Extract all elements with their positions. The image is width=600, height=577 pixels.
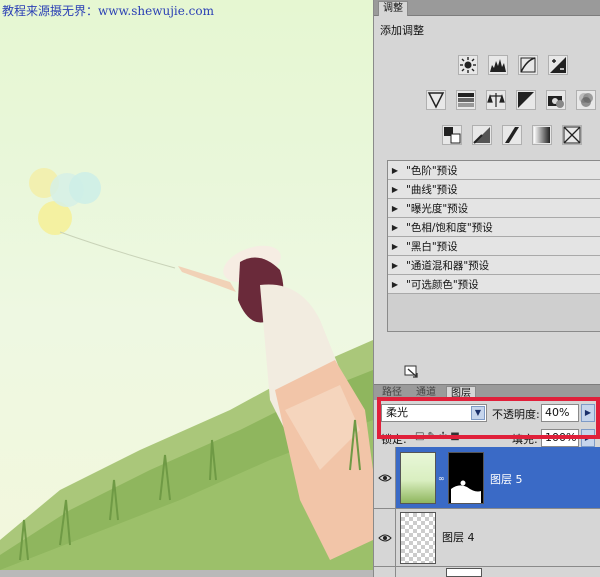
tab-adjustments[interactable]: 调整: [378, 1, 408, 16]
expand-triangle-icon[interactable]: ▶: [388, 166, 402, 175]
opacity-slider-toggle[interactable]: ▶: [581, 404, 595, 422]
layer-row[interactable]: [374, 567, 600, 577]
channel-mixer-icon[interactable]: [576, 90, 596, 110]
curves-icon[interactable]: [518, 55, 538, 75]
layer-name[interactable]: 图层 5: [490, 471, 523, 487]
exposure-icon[interactable]: [548, 55, 568, 75]
levels-icon[interactable]: [488, 55, 508, 75]
hue-saturation-icon[interactable]: [456, 90, 476, 110]
expand-triangle-icon[interactable]: ▶: [388, 261, 402, 270]
eye-icon[interactable]: [374, 509, 396, 566]
lock-icons[interactable]: □✎✢■: [415, 431, 463, 442]
gradient-map-icon[interactable]: [532, 125, 552, 145]
right-panel: 调整 添加调整 ▶ "色阶"预设 ▶ "曲线"预设 ▶ "曝光度"预设 ▶ "色…: [373, 0, 600, 577]
selective-color-icon[interactable]: [562, 125, 582, 145]
preset-row[interactable]: ▶ "可选颜色"预设: [388, 275, 600, 294]
add-adjustment-label: 添加调整: [380, 24, 424, 37]
preset-row[interactable]: ▶ "色相/饱和度"预设: [388, 218, 600, 237]
layer-row[interactable]: ∞ 图层 5: [374, 447, 600, 509]
preset-row[interactable]: ▶ "色阶"预设: [388, 161, 600, 180]
layer-thumbnail[interactable]: [446, 568, 482, 577]
eye-cell[interactable]: [374, 567, 396, 577]
fill-input[interactable]: 100%: [541, 429, 579, 447]
layers-tabbar: 路径 通道 图层: [374, 384, 600, 401]
eye-icon[interactable]: [374, 447, 396, 508]
posterize-icon[interactable]: [472, 125, 492, 145]
canvas-scrollbar[interactable]: [0, 570, 373, 577]
tab-paths[interactable]: 路径: [378, 386, 406, 401]
layer-thumbnail[interactable]: [400, 512, 436, 564]
vibrance-icon[interactable]: [426, 90, 446, 110]
preset-row[interactable]: ▶ "黑白"预设: [388, 237, 600, 256]
chevron-down-icon[interactable]: ▼: [471, 406, 485, 420]
opacity-label: 不透明度:: [492, 408, 540, 421]
tab-layers[interactable]: 图层: [446, 386, 476, 401]
preset-row[interactable]: ▶ "曝光度"预设: [388, 199, 600, 218]
color-balance-icon[interactable]: [486, 90, 506, 110]
adjustment-presets-list: ▶ "色阶"预设 ▶ "曲线"预设 ▶ "曝光度"预设 ▶ "色相/饱和度"预设 ▶ "黑…: [387, 160, 600, 332]
photo-illustration: [0, 168, 373, 577]
threshold-icon[interactable]: [502, 125, 522, 145]
layer-name[interactable]: 图层 4: [442, 529, 475, 545]
layer-mask-thumbnail[interactable]: [448, 452, 484, 504]
expand-triangle-icon[interactable]: ▶: [388, 280, 402, 289]
expand-triangle-icon[interactable]: ▶: [388, 185, 402, 194]
photo-filter-icon[interactable]: [546, 90, 566, 110]
watermark-text: 教程来源摄无界：www.shewujie.com: [2, 4, 214, 18]
expand-triangle-icon[interactable]: ▶: [388, 223, 402, 232]
preset-row[interactable]: ▶ "曲线"预设: [388, 180, 600, 199]
link-icon[interactable]: ∞: [438, 474, 446, 483]
black-white-icon[interactable]: [516, 90, 536, 110]
expand-triangle-icon[interactable]: ▶: [388, 242, 402, 251]
photo-canvas[interactable]: 教程来源摄无界：www.shewujie.com: [0, 0, 373, 577]
preset-row[interactable]: ▶ "通道混和器"预设: [388, 256, 600, 275]
invert-icon[interactable]: [442, 125, 462, 145]
layer-row[interactable]: 图层 4: [374, 509, 600, 567]
brightness-contrast-icon[interactable]: [458, 55, 478, 75]
lock-label: 锁定:: [381, 433, 407, 446]
fill-slider-toggle[interactable]: ▶: [581, 429, 595, 447]
adjustments-tabbar: 调整: [374, 0, 600, 16]
fill-label: 填充:: [512, 433, 538, 446]
blend-mode-select[interactable]: 柔光 ▼: [381, 404, 487, 422]
opacity-input[interactable]: 40%: [541, 404, 579, 422]
blend-mode-value: 柔光: [386, 406, 408, 419]
expand-triangle-icon[interactable]: ▶: [388, 204, 402, 213]
tab-channels[interactable]: 通道: [412, 386, 440, 401]
clip-to-layer-icon[interactable]: [404, 365, 420, 379]
layer-thumbnail[interactable]: [400, 452, 436, 504]
